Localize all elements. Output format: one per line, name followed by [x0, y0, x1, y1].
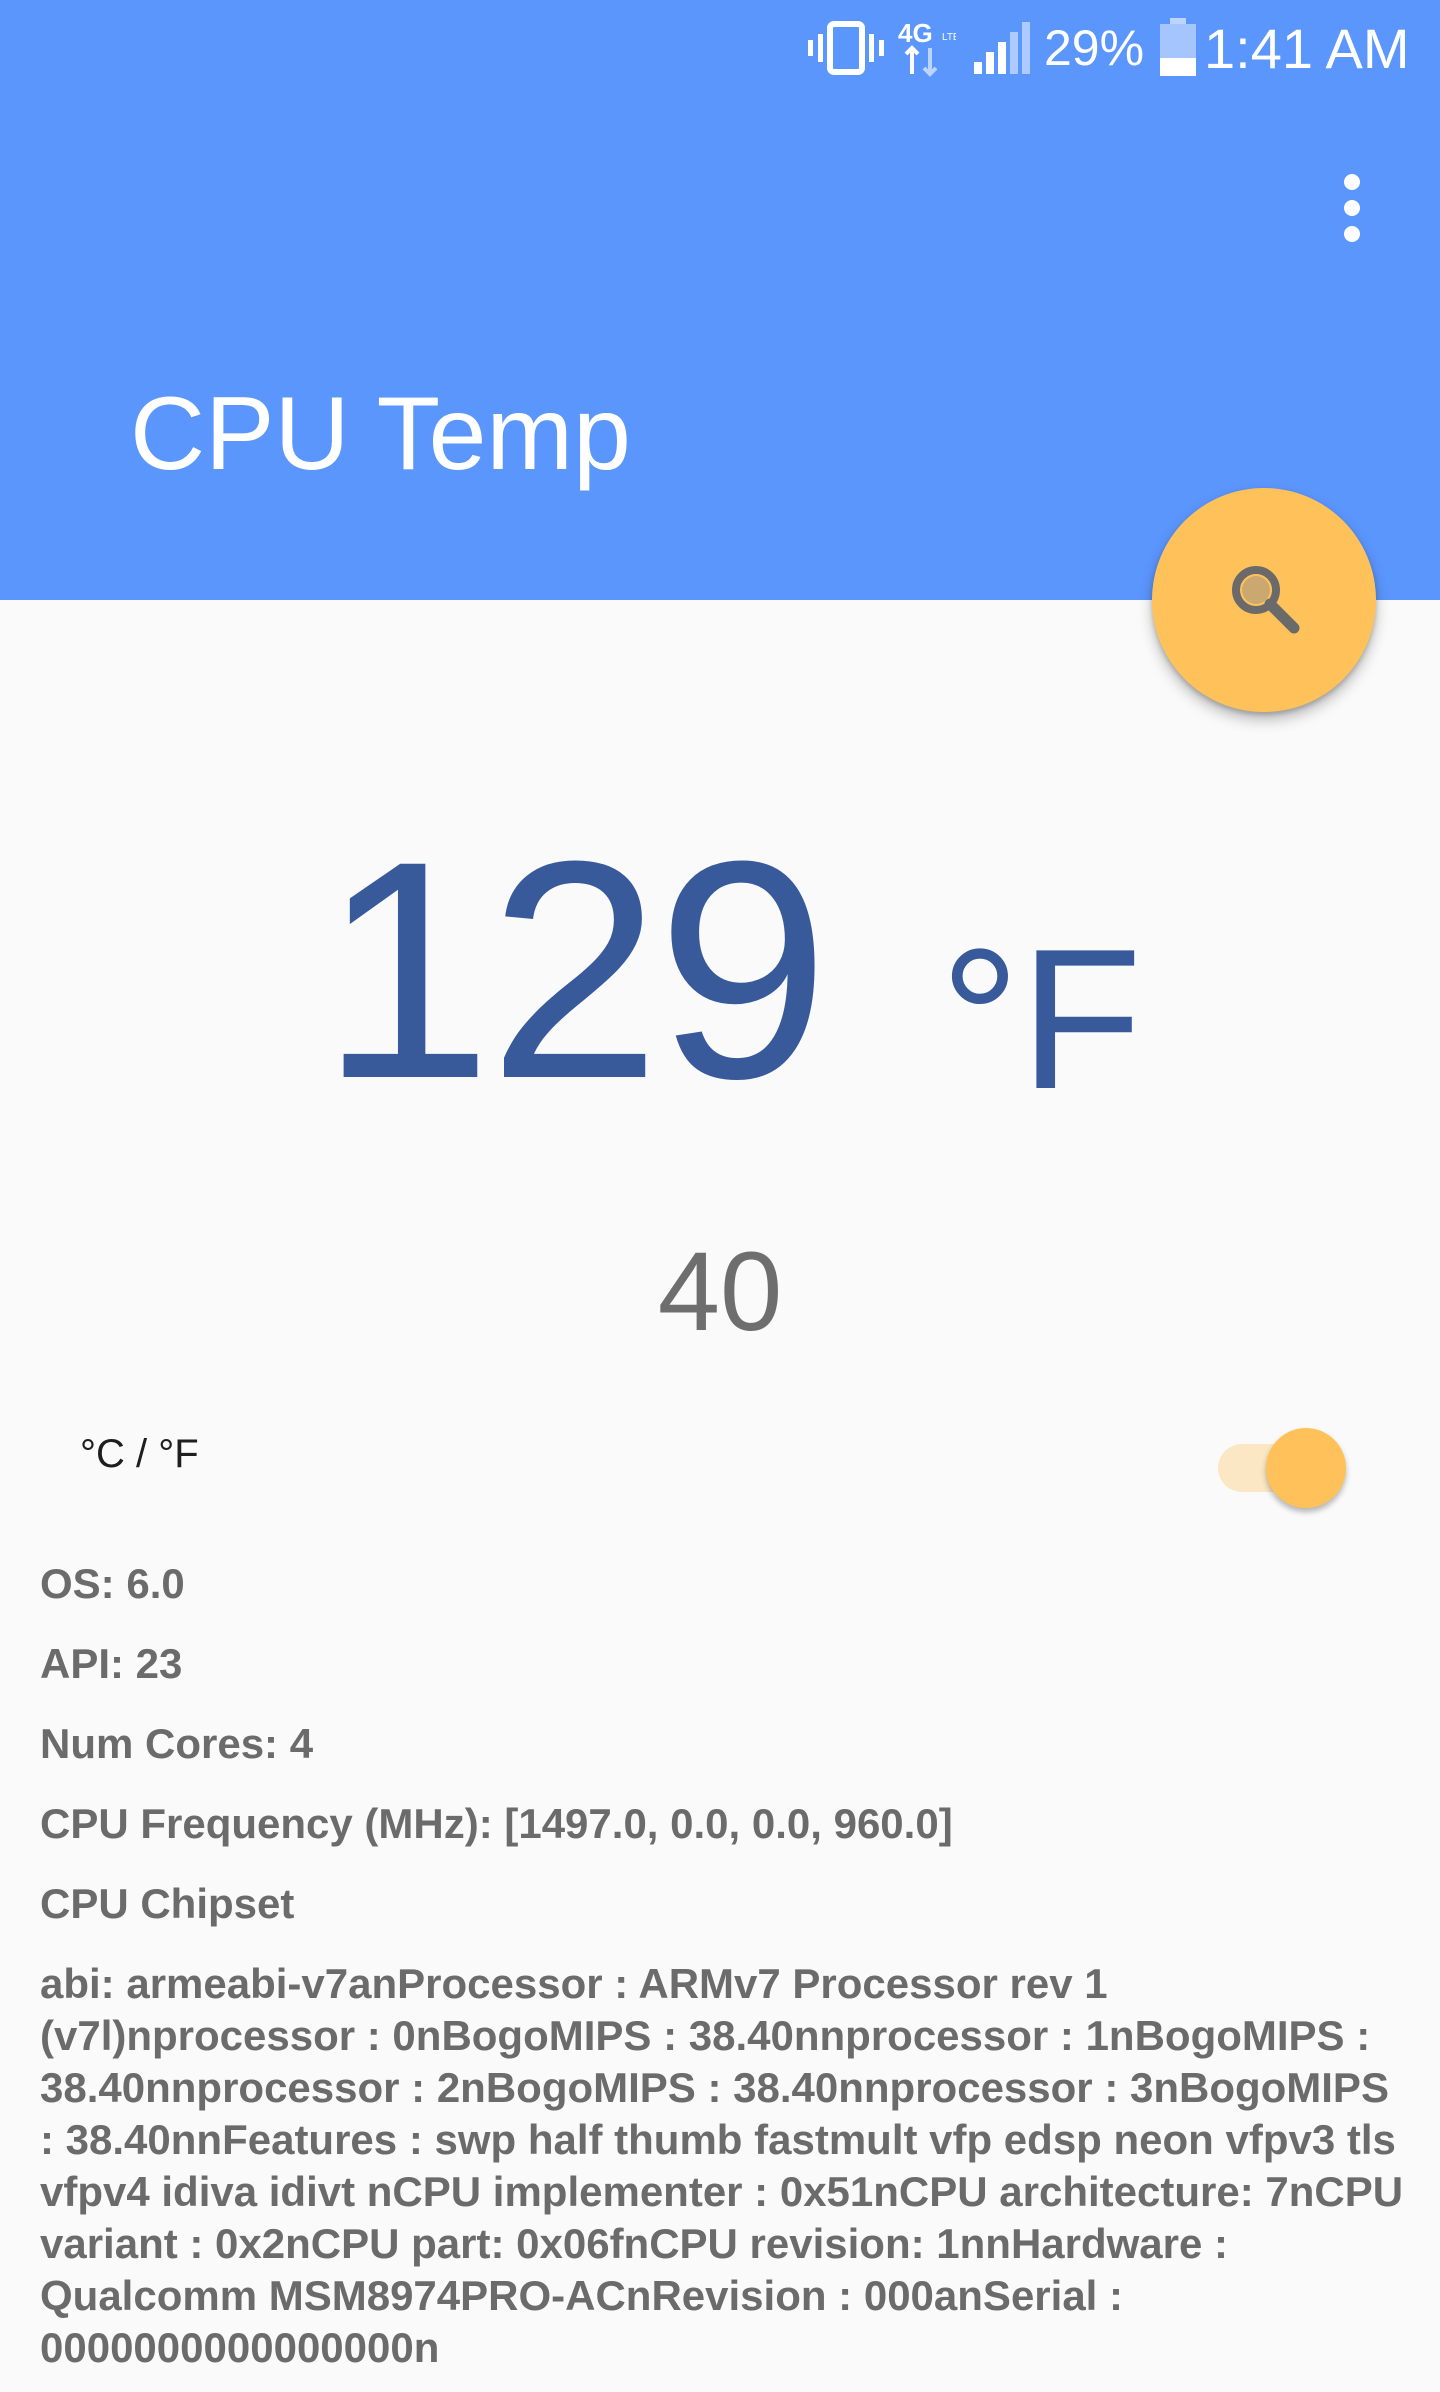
clock: 1:41 AM: [1204, 16, 1410, 80]
vibrate-icon: [808, 16, 884, 80]
page-title: CPU Temp: [130, 376, 631, 492]
unit-toggle-label: °C / °F: [80, 1432, 199, 1476]
battery-icon: [1158, 16, 1198, 80]
api-level: API: 23: [40, 1640, 183, 1687]
cpu-chipset-details: abi: armeabi-v7anProcessor : ARMv7 Proce…: [40, 1960, 1404, 2371]
toggle-thumb: [1266, 1428, 1346, 1508]
cpu-frequency: CPU Frequency (MHz): [1497.0, 0.0, 0.0, …: [40, 1800, 953, 1847]
temperature-unit: °F: [940, 908, 1143, 1131]
network-4g-lte-icon: 4G LTE: [896, 16, 956, 80]
search-button[interactable]: [1152, 488, 1376, 712]
unit-toggle-switch[interactable]: [1214, 1416, 1350, 1508]
temperature-display: 129 °F: [320, 796, 1143, 1143]
secondary-temperature-value: 40: [657, 1229, 783, 1354]
cpu-chipset-heading: CPU Chipset: [40, 1880, 295, 1927]
num-cores: Num Cores: 4: [40, 1720, 314, 1767]
more-vert-icon[interactable]: [1312, 160, 1392, 256]
svg-text:4G: 4G: [898, 18, 933, 48]
status-bar: 4G LTE 29% 1:41 AM: [0, 0, 1440, 96]
temperature-value: 129: [320, 796, 829, 1143]
signal-icon: [972, 16, 1030, 80]
svg-text:LTE: LTE: [942, 32, 956, 43]
battery-percent: 29%: [1044, 20, 1145, 76]
os-version: OS: 6.0: [40, 1560, 185, 1607]
search-icon: [1224, 558, 1304, 643]
